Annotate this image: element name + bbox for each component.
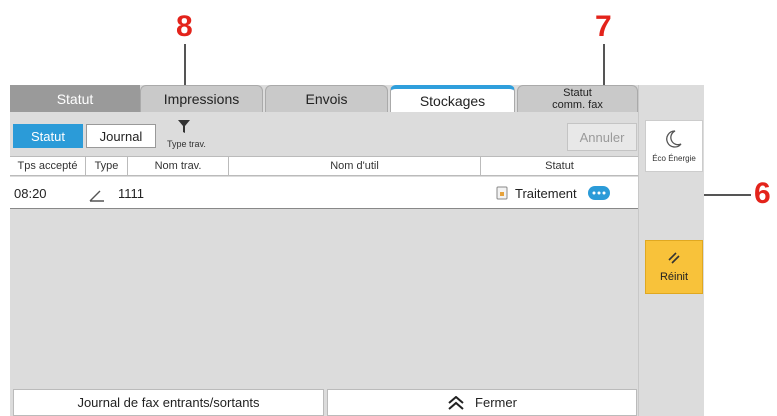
tab-envois[interactable]: Envois [265, 85, 388, 112]
details-button[interactable] [588, 186, 610, 200]
eco-energie-button[interactable]: Éco Énergie [645, 120, 703, 172]
col-type: Type [86, 157, 128, 175]
table-header: Tps accepté Type Nom trav. Nom d'util St… [10, 156, 638, 176]
fax-type-icon [89, 190, 104, 202]
col-statut: Statut [545, 160, 574, 172]
callout-6: 6 [754, 177, 771, 210]
eco-energie-label: Éco Énergie [652, 153, 696, 163]
more-icon [592, 191, 606, 195]
document-icon [496, 186, 508, 200]
fermer-label: Fermer [475, 395, 517, 410]
col-nom-util: Nom d'util [229, 157, 481, 175]
filter-icon [178, 120, 190, 133]
filter-label: Type trav. [167, 139, 206, 149]
callout-7: 7 [595, 10, 612, 43]
statut-button[interactable]: Statut [13, 124, 83, 148]
annuler-button[interactable]: Annuler [567, 123, 637, 151]
row-status: Traitement [515, 186, 577, 201]
reinit-label: Réinit [659, 271, 689, 283]
row-time: 08:20 [14, 186, 47, 201]
tab-statut-comm-fax[interactable]: Statut comm. fax [517, 85, 638, 112]
row-job-name: 1111 [118, 186, 145, 201]
moon-icon [666, 129, 682, 148]
tab-stockages[interactable]: Stockages [390, 85, 515, 112]
chevron-up-icon [448, 395, 464, 410]
fax-log-button[interactable]: Journal de fax entrants/sortants [13, 389, 324, 416]
reset-icon [668, 252, 680, 264]
fermer-button[interactable]: Fermer [327, 389, 637, 416]
tab-impressions[interactable]: Impressions [140, 85, 263, 112]
col-nom-trav: Nom trav. [128, 157, 229, 175]
reinit-button[interactable]: Réinit [645, 240, 703, 294]
tab-statut[interactable]: Statut [10, 85, 140, 112]
table-row[interactable]: 08:20 1111 Traitement [10, 177, 638, 209]
job-type-filter-button[interactable]: Type trav. [167, 118, 210, 152]
journal-button[interactable]: Journal [86, 124, 156, 148]
col-tps-accepte: Tps accepté [10, 157, 86, 175]
callout-8: 8 [176, 10, 193, 43]
